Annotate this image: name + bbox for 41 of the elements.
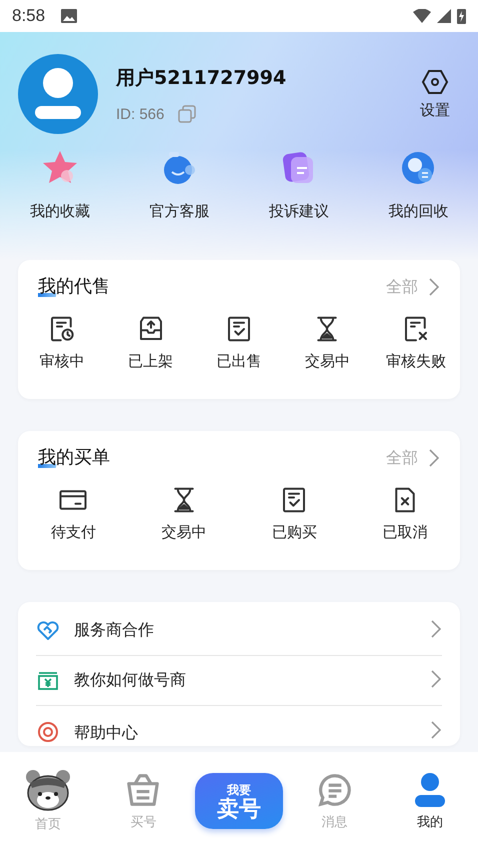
chevron-icon: [428, 448, 440, 468]
section-title: 我的买单: [38, 445, 110, 471]
handshake-icon: [36, 618, 60, 642]
chevron-icon: [428, 277, 440, 297]
order-status-item[interactable]: 审核失败: [372, 314, 460, 371]
wifi-icon: [413, 9, 431, 23]
order-status-item[interactable]: 交易中: [128, 485, 239, 542]
copy-icon[interactable]: [178, 105, 196, 123]
order-status-item[interactable]: 已取消: [350, 485, 460, 542]
settings-icon: [421, 68, 449, 94]
status-time: 8:58: [12, 6, 46, 26]
order-status-item[interactable]: 已上架: [106, 314, 195, 371]
username: 用户5211727994: [116, 66, 288, 91]
signal-icon: [437, 9, 451, 23]
shortcut-item[interactable]: 投诉建议: [239, 148, 358, 221]
order-status-item[interactable]: 审核中: [18, 314, 106, 371]
menu-item[interactable]: 帮助中心: [36, 706, 442, 746]
sell-button[interactable]: 我要 卖号: [194, 773, 283, 829]
chevron-icon: [430, 668, 442, 688]
shortcut-item[interactable]: 我的回收: [358, 148, 478, 221]
order-status-item[interactable]: 已出售: [194, 314, 284, 371]
menu-item[interactable]: 教你如何做号商: [36, 656, 442, 706]
chat-icon: [316, 771, 354, 809]
chevron-icon: [430, 720, 442, 740]
chevron-icon: [430, 618, 442, 638]
person-icon: [413, 771, 448, 809]
user-id: ID: 566: [116, 106, 164, 122]
image-icon: [61, 9, 78, 23]
order-status-item[interactable]: 交易中: [283, 314, 372, 371]
hamster-mascot-icon: [24, 769, 71, 811]
settings-button[interactable]: 设置: [420, 68, 450, 120]
shortcut-item[interactable]: 我的收藏: [0, 148, 120, 221]
order-status-item[interactable]: 已购买: [239, 485, 350, 542]
order-status-item[interactable]: 待支付: [18, 485, 128, 542]
shortcut-item[interactable]: 官方客服: [120, 148, 239, 221]
avatar-icon[interactable]: [18, 54, 98, 134]
battery-icon: [457, 8, 466, 24]
menu-item[interactable]: 服务商合作: [36, 606, 442, 656]
help-icon: [36, 720, 60, 744]
nav-tab[interactable]: 我的: [382, 771, 478, 831]
section-title: 我的代售: [38, 274, 110, 300]
